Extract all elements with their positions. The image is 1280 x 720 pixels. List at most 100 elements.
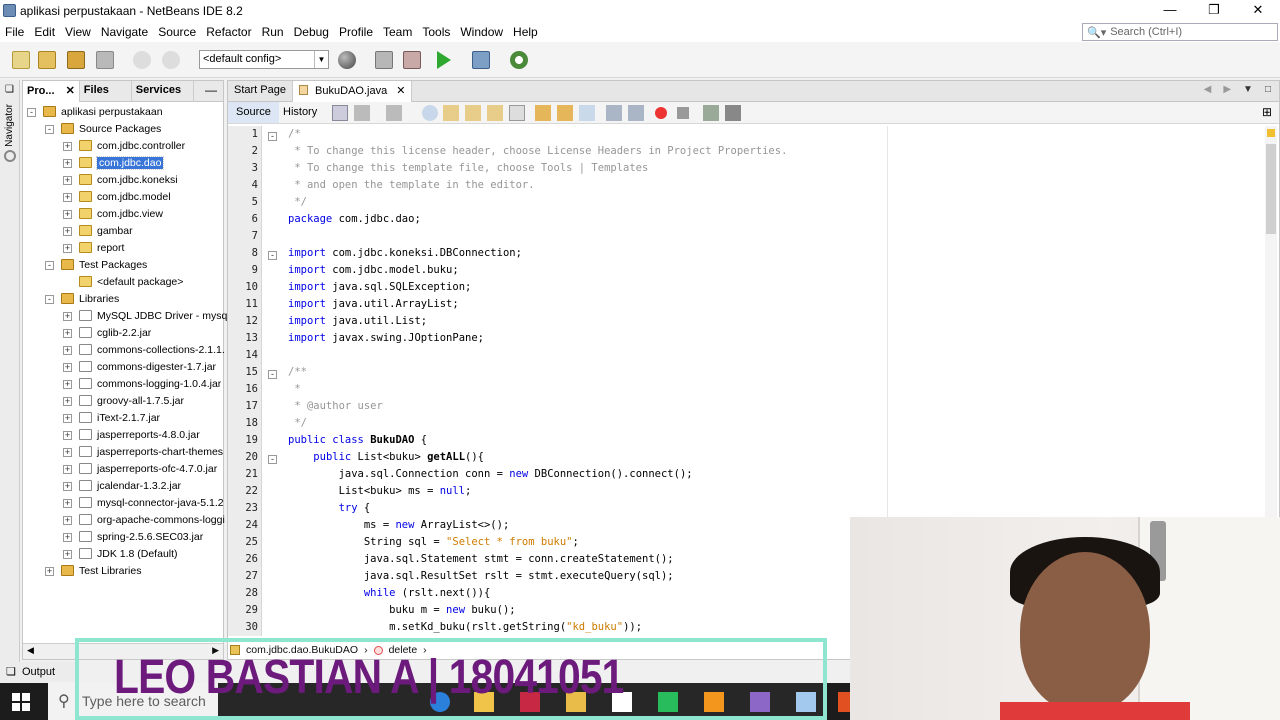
expand-icon[interactable]: + [63, 516, 72, 525]
navigator-icon[interactable] [4, 150, 16, 162]
forward-icon[interactable] [386, 105, 402, 121]
expand-icon[interactable]: + [63, 533, 72, 542]
menu-profile[interactable]: Profile [334, 25, 378, 39]
menu-navigate[interactable]: Navigate [96, 25, 153, 39]
tree-item[interactable]: + commons-collections-2.1.1. [63, 342, 225, 359]
tree-item[interactable]: - aplikasi perpustakaan [27, 104, 163, 121]
expand-icon[interactable]: + [63, 465, 72, 474]
shift-right-icon[interactable] [628, 105, 644, 121]
expand-icon[interactable]: + [63, 550, 72, 559]
menu-source[interactable]: Source [153, 25, 201, 39]
tab-projects[interactable]: Pro... ✕ [23, 81, 80, 102]
tree-item[interactable]: + commons-digester-1.7.jar [63, 359, 216, 376]
expand-icon[interactable]: + [63, 499, 72, 508]
scroll-tabs-right-icon[interactable]: ▶ [1223, 84, 1231, 101]
menu-edit[interactable]: Edit [29, 25, 60, 39]
scroll-thumb[interactable] [1266, 144, 1276, 234]
tree-item[interactable]: + com.jdbc.koneksi [63, 172, 178, 189]
find-icon[interactable] [422, 105, 438, 121]
code-line[interactable]: */ [288, 417, 307, 429]
show-opened-docs-icon[interactable]: ▼ [1243, 84, 1253, 101]
code-line[interactable]: List<buku> ms = null; [288, 485, 472, 497]
debug-icon[interactable] [472, 51, 490, 69]
code-line[interactable]: * To change this template file, choose T… [288, 162, 648, 174]
fold-icon[interactable]: - [268, 455, 277, 464]
collapse-icon[interactable]: - [45, 125, 54, 134]
tab-files[interactable]: Files [80, 81, 132, 102]
code-line[interactable]: /* [288, 128, 301, 140]
expand-icon[interactable]: + [63, 159, 72, 168]
expand-icon[interactable]: + [63, 244, 72, 253]
code-line[interactable]: import java.util.ArrayList; [288, 298, 459, 310]
expand-icon[interactable]: + [63, 448, 72, 457]
code-line[interactable]: buku m = new buku(); [288, 604, 515, 616]
close-window-button[interactable]: ✕ [1236, 0, 1280, 22]
code-line[interactable]: String sql = "Select * from buku"; [288, 536, 579, 548]
new-file-icon[interactable] [12, 51, 30, 69]
tab-bukudao-java[interactable]: BukuDAO.java ✕ [292, 81, 413, 102]
fold-icon[interactable]: - [268, 370, 277, 379]
expand-icon[interactable]: + [63, 363, 72, 372]
start-macro-icon[interactable] [655, 107, 667, 119]
split-editor-icon[interactable]: ⊞ [1262, 105, 1278, 121]
toggle-highlight-icon[interactable] [487, 105, 503, 121]
tab-source[interactable]: Source [228, 102, 279, 123]
tree-item[interactable]: + MySQL JDBC Driver - mysql [63, 308, 230, 325]
collapse-icon[interactable]: - [45, 261, 54, 270]
expand-icon[interactable]: + [63, 329, 72, 338]
expand-icon[interactable]: + [63, 414, 72, 423]
tree-item[interactable]: + jasperreports-4.8.0.jar [63, 427, 200, 444]
save-all-icon[interactable] [96, 51, 114, 69]
tree-item[interactable]: + com.jdbc.controller [63, 138, 185, 155]
code-line[interactable]: public List<buku> getALL(){ [288, 451, 484, 463]
tab-start-page[interactable]: Start Page [228, 81, 293, 102]
restore-window-icon[interactable]: ❏ [5, 84, 14, 95]
menu-help[interactable]: Help [508, 25, 543, 39]
scroll-tabs-left-icon[interactable]: ◀ [1204, 84, 1212, 101]
close-icon[interactable]: ✕ [66, 85, 75, 97]
expand-icon[interactable]: + [63, 346, 72, 355]
tree-item[interactable]: + iText-2.1.7.jar [63, 410, 160, 427]
find-next-icon[interactable] [465, 105, 481, 121]
tree-item[interactable]: + commons-logging-1.0.4.jar [63, 376, 221, 393]
tree-item[interactable]: + mysql-connector-java-5.1.2 [63, 495, 224, 512]
code-line[interactable]: try { [288, 502, 371, 514]
menu-tools[interactable]: Tools [417, 25, 455, 39]
tree-item[interactable]: + JDK 1.8 (Default) [63, 546, 178, 563]
tree-item[interactable]: + jasperreports-ofc-4.7.0.jar [63, 461, 217, 478]
shift-left-icon[interactable] [606, 105, 622, 121]
redo-icon[interactable] [162, 51, 180, 69]
tree-item[interactable]: + cglib-2.2.jar [63, 325, 151, 342]
code-line[interactable]: java.sql.ResultSet rslt = stmt.executeQu… [288, 570, 674, 582]
clean-build-icon[interactable] [403, 51, 421, 69]
minimize-button[interactable]: — [1148, 0, 1192, 22]
expand-icon[interactable]: + [63, 142, 72, 151]
tree-item[interactable]: + org-apache-commons-loggi [63, 512, 225, 529]
expand-icon[interactable]: + [63, 210, 72, 219]
tree-item[interactable]: + report [63, 240, 124, 257]
open-project-icon[interactable] [67, 51, 85, 69]
menu-refactor[interactable]: Refactor [201, 25, 256, 39]
stop-macro-icon[interactable] [677, 107, 689, 119]
toggle-rect-select-icon[interactable] [509, 105, 525, 121]
code-line[interactable]: public class BukuDAO { [288, 434, 427, 446]
tree-item[interactable]: - Test Packages [45, 257, 147, 274]
expand-icon[interactable]: + [63, 176, 72, 185]
tree-item[interactable]: <default package> [63, 274, 183, 291]
tab-history[interactable]: History [278, 102, 322, 123]
tree-item[interactable]: + jasperreports-chart-themes [63, 444, 223, 461]
restore-button[interactable]: ❐ [1192, 0, 1236, 22]
minimize-panel-icon[interactable]: — [205, 81, 223, 101]
code-line[interactable]: m.setKd_buku(rslt.getString("kd_buku")); [288, 621, 642, 633]
tree-item[interactable]: + groovy-all-1.7.5.jar [63, 393, 184, 410]
menu-file[interactable]: File [0, 25, 29, 39]
code-line[interactable]: * and open the template in the editor. [288, 179, 534, 191]
code-line[interactable]: import java.sql.SQLException; [288, 281, 471, 293]
code-line[interactable]: java.sql.Statement stmt = conn.createSta… [288, 553, 674, 565]
tree-item[interactable]: + com.jdbc.model [63, 189, 171, 206]
fold-icon[interactable]: - [268, 251, 277, 260]
prev-bookmark-icon[interactable] [535, 105, 551, 121]
menu-window[interactable]: Window [455, 25, 508, 39]
expand-icon[interactable]: + [63, 312, 72, 321]
menu-team[interactable]: Team [378, 25, 417, 39]
